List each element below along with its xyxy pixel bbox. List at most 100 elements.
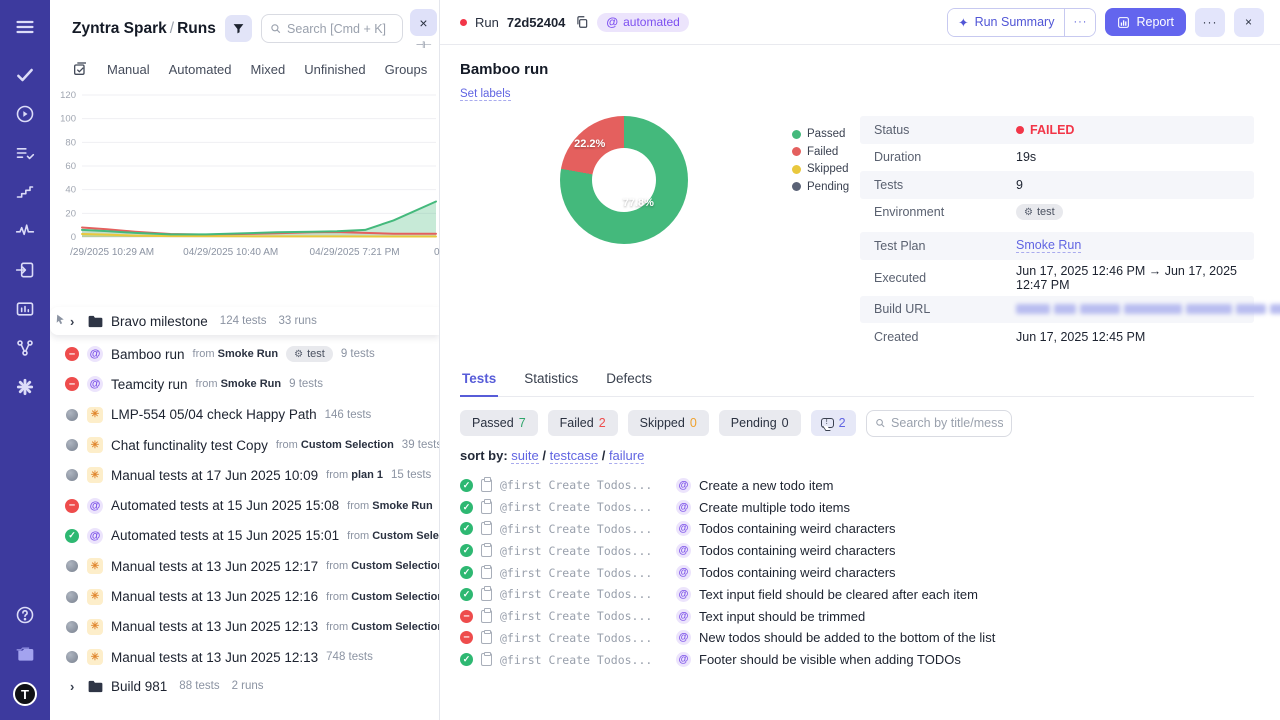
app-root: T Zyntra Spark/Runs × ⊣⊢ Manual Automate… xyxy=(0,0,1280,720)
info-value-text: 19s xyxy=(1016,150,1036,164)
close-run-button[interactable]: × xyxy=(1234,8,1264,37)
run-actions: ✦Run Summary ··· Report ··· × xyxy=(947,8,1264,37)
check-icon[interactable] xyxy=(14,64,36,86)
test-row[interactable]: @first Create Todos...@Text input should… xyxy=(460,605,1254,627)
menu-icon[interactable] xyxy=(14,16,36,38)
donut-failed-label: 22.2% xyxy=(574,138,605,150)
group-row[interactable]: ›Bravo milestone124 tests33 runs xyxy=(50,307,439,335)
environment-chip: ⚙test xyxy=(286,346,333,362)
settings-icon[interactable] xyxy=(14,376,36,398)
info-value-text: 9 xyxy=(1016,178,1023,192)
steps-icon[interactable] xyxy=(14,181,36,203)
chip-skipped[interactable]: Skipped0 xyxy=(628,410,709,436)
chevron-right-icon[interactable]: › xyxy=(70,314,80,329)
app-logo: T xyxy=(13,682,37,706)
run-summary-label: Run Summary xyxy=(975,15,1055,29)
list-check-icon[interactable] xyxy=(14,142,36,164)
test-row[interactable]: @first Create Todos...@Create multiple t… xyxy=(460,496,1254,518)
tab-defects[interactable]: Defects xyxy=(604,371,654,396)
filter-button[interactable] xyxy=(225,15,252,42)
tab-statistics[interactable]: Statistics xyxy=(522,371,580,396)
test-row[interactable]: @first Create Todos...@Create a new todo… xyxy=(460,475,1254,497)
run-list-item[interactable]: ✳Manual tests at 13 Jun 2025 12:13from C… xyxy=(50,612,439,642)
run-list-item[interactable]: ✳Chat functinality test Copyfrom Custom … xyxy=(50,430,439,460)
select-runs-icon[interactable] xyxy=(72,61,88,77)
search-input[interactable] xyxy=(287,22,394,36)
help-icon[interactable] xyxy=(14,604,36,626)
test-row[interactable]: @first Create Todos...@Todos containing … xyxy=(460,540,1254,562)
tab-tests[interactable]: Tests xyxy=(460,371,498,397)
tab-groups[interactable]: Groups xyxy=(385,62,428,77)
chip-label: Failed xyxy=(560,416,594,430)
test-title: Todos containing weird characters xyxy=(699,521,896,536)
sort-by-testcase[interactable]: testcase xyxy=(550,448,598,464)
test-row[interactable]: @first Create Todos...@Footer should be … xyxy=(460,649,1254,671)
analytics-icon[interactable] xyxy=(14,298,36,320)
run-list-item[interactable]: ✳Manual tests at 13 Jun 2025 12:13748 te… xyxy=(50,642,439,672)
panel-close-button[interactable]: × xyxy=(410,9,437,36)
sort-by-failure[interactable]: failure xyxy=(609,448,644,464)
sort-by-suite[interactable]: suite xyxy=(511,448,538,464)
run-list-item[interactable]: ✳LMP-554 05/04 check Happy Path146 tests xyxy=(50,400,439,430)
group-row[interactable]: ›Build 98188 tests2 runs xyxy=(50,672,439,700)
info-row: StatusFAILED xyxy=(860,116,1254,144)
set-labels-link[interactable]: Set labels xyxy=(460,88,511,101)
run-source: from plan 1 xyxy=(326,469,383,481)
branch-icon[interactable] xyxy=(14,337,36,359)
run-summary-more-button[interactable]: ··· xyxy=(1064,9,1095,36)
projects-icon[interactable] xyxy=(14,643,36,665)
run-list-item[interactable]: @Bamboo runfrom Smoke Run⚙test9 tests xyxy=(50,339,439,369)
test-suite: @first Create Todos... xyxy=(500,500,668,514)
test-filter-chips: Passed7 Failed2 Skipped0 Pending0 2 xyxy=(460,410,1254,437)
run-source: from Custom Selection xyxy=(347,530,439,542)
redacted-build-url[interactable] xyxy=(1016,304,1280,314)
app-logo-letter: T xyxy=(21,687,29,702)
run-summary-button[interactable]: ✦Run Summary xyxy=(948,9,1064,36)
run-list-item[interactable]: ✳Manual tests at 17 Jun 2025 10:09from p… xyxy=(50,460,439,490)
run-title-heading: Bamboo run xyxy=(460,61,1254,78)
breadcrumb-project: Zyntra Spark xyxy=(72,20,167,37)
tab-mixed[interactable]: Mixed xyxy=(251,62,286,77)
tab-manual[interactable]: Manual xyxy=(107,62,150,77)
test-row[interactable]: @first Create Todos...@New todos should … xyxy=(460,627,1254,649)
panel-resize-icon[interactable]: ⊣⊢ xyxy=(416,40,431,51)
group-name: Bravo milestone xyxy=(111,314,208,329)
automated-test-icon: @ xyxy=(676,478,691,493)
run-status-neutral-icon xyxy=(66,409,78,421)
test-plan-link[interactable]: Smoke Run xyxy=(1016,238,1081,253)
run-list-item[interactable]: @Automated tests at 15 Jun 2025 15:01fro… xyxy=(50,521,439,551)
run-source: from Custom Selection xyxy=(326,560,439,572)
tests-search-input[interactable] xyxy=(891,416,1003,430)
pulse-icon[interactable] xyxy=(14,220,36,242)
report-button[interactable]: Report xyxy=(1105,8,1186,36)
runs-icon[interactable] xyxy=(14,103,36,125)
run-status-failed-icon xyxy=(65,377,79,391)
signin-icon[interactable] xyxy=(14,259,36,281)
run-detail-panel: Run 72d52404 @automated ✦Run Summary ···… xyxy=(440,0,1280,720)
chip-comments[interactable]: 2 xyxy=(811,410,856,436)
test-row[interactable]: @first Create Todos...@Todos containing … xyxy=(460,518,1254,540)
run-tests-count: 9 tests xyxy=(289,378,323,390)
run-status-neutral-icon xyxy=(66,621,78,633)
info-row: Duration19s xyxy=(860,144,1254,172)
copy-icon[interactable] xyxy=(575,15,589,29)
chip-failed[interactable]: Failed2 xyxy=(548,410,618,436)
chip-pending[interactable]: Pending0 xyxy=(719,410,801,436)
chip-label: Passed xyxy=(472,416,514,430)
test-row[interactable]: @first Create Todos...@Text input field … xyxy=(460,583,1254,605)
manual-run-icon: ✳ xyxy=(87,558,103,574)
run-list-item[interactable]: @Teamcity runfrom Smoke Run9 tests xyxy=(50,369,439,399)
chip-passed[interactable]: Passed7 xyxy=(460,410,538,436)
more-options-button[interactable]: ··· xyxy=(1195,8,1225,37)
run-list-item[interactable]: ✳Manual tests at 13 Jun 2025 12:17from C… xyxy=(50,551,439,581)
run-list-item[interactable]: @Automated tests at 15 Jun 2025 15:08fro… xyxy=(50,490,439,520)
tab-unfinished[interactable]: Unfinished xyxy=(304,62,365,77)
run-list-item[interactable]: ✳Manual tests at 13 Jun 2025 12:16from C… xyxy=(50,581,439,611)
test-row[interactable]: @first Create Todos...@Todos containing … xyxy=(460,562,1254,584)
chevron-right-icon[interactable]: › xyxy=(70,679,80,694)
run-tests-count: 9 tests xyxy=(341,348,375,360)
run-source: from Custom Selection xyxy=(276,439,394,451)
svg-text:80: 80 xyxy=(65,137,76,148)
tab-automated[interactable]: Automated xyxy=(169,62,232,77)
runs-trend-chart: 020406080100120/29/2025 10:29 AM04/29/20… xyxy=(50,85,439,281)
